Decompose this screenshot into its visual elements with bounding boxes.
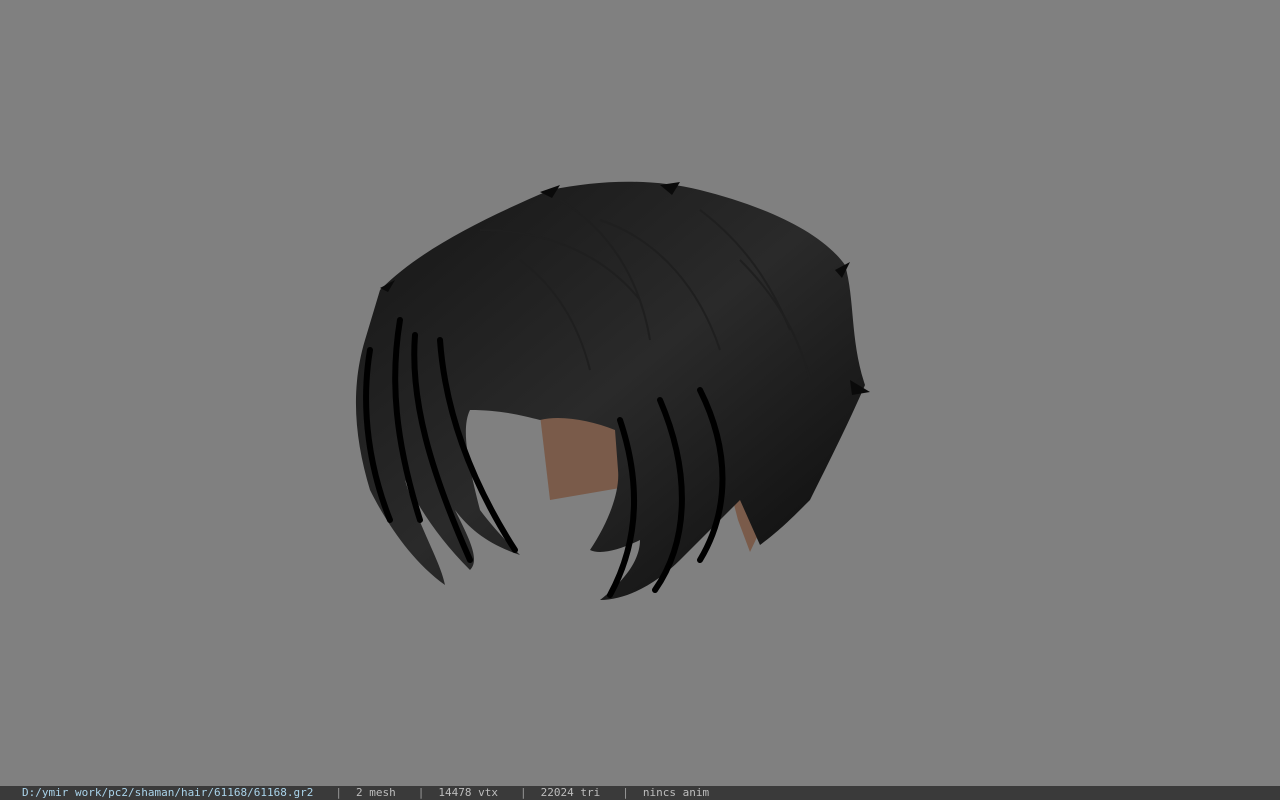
separator: | [417,786,425,799]
separator: | [335,786,343,799]
animation-status: nincs anim [642,786,710,799]
3d-viewport[interactable] [0,0,1280,786]
separator: | [622,786,629,799]
mesh-count: 2 mesh [356,786,396,799]
vertex-count: 14478 vtx [438,786,499,799]
skin-patch [540,415,620,500]
separator: | [520,786,527,799]
triangle-count: 22024 tri [540,786,601,799]
status-bar: D:/ymir work/pc2/shaman/hair/61168/61168… [0,786,1280,800]
hair-mesh-icon [355,181,870,600]
file-path: D:/ymir work/pc2/shaman/hair/61168/61168… [22,786,314,799]
